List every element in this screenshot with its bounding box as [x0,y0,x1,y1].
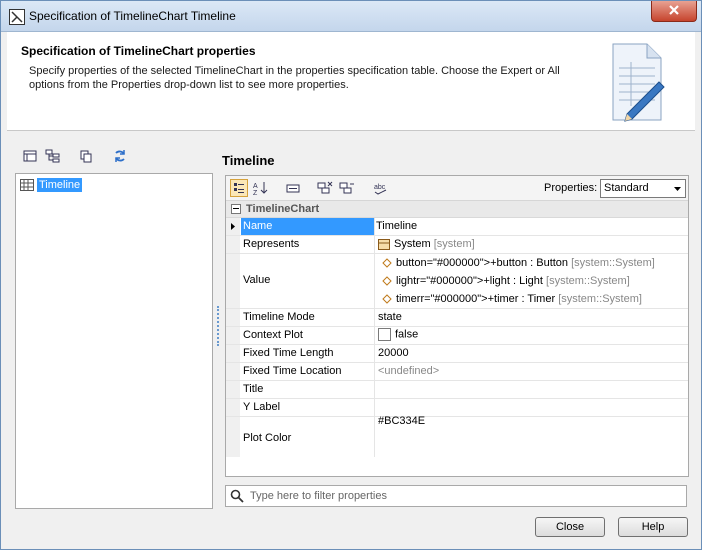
property-name: Title [241,381,375,398]
panel-title: Timeline [222,153,275,168]
row-marker [226,218,240,235]
refresh-icon[interactable] [113,149,131,167]
property-row-context-plot[interactable]: Context Plot false [226,327,688,345]
hide-inherited-icon[interactable] [338,179,356,197]
spell-check-icon[interactable]: abc [372,179,390,197]
search-icon [230,489,244,503]
categorized-view-icon[interactable] [230,179,248,197]
property-value-context-plot[interactable]: false [376,327,688,344]
property-row-fixed-time-location[interactable]: Fixed Time Location <undefined> [226,363,688,381]
part-icon [382,258,392,268]
property-value-name[interactable]: Timeline [376,218,688,235]
sort-alphabetical-icon[interactable]: AZ [252,179,270,197]
property-name: Y Label [241,399,375,416]
content-area: Timeline Timeline AZ abc Properties: Sta… [7,141,695,509]
property-group-header[interactable]: TimelineChart [226,201,688,218]
dialog-header: Specification of TimelineChart propertie… [7,32,695,131]
svg-text:Z: Z [253,190,258,197]
properties-mode-select[interactable]: Standard [600,179,686,198]
value-item[interactable]: lightr="#000000">+light : Light [system:… [382,275,630,287]
filter-input[interactable] [248,487,682,505]
part-icon [382,294,392,304]
properties-panel: AZ abc Properties: Standard TimelineChar… [225,175,689,477]
header-description: Specify properties of the selected Timel… [29,65,560,91]
show-inherited-icon[interactable] [316,179,334,197]
app-icon [9,9,25,25]
property-value-fixed-time-length[interactable]: 20000 [376,345,688,362]
window-title: Specification of TimelineChart Timeline [29,9,236,23]
value-item[interactable]: button="#000000">+button : Button [syste… [382,257,655,269]
document-pencil-icon [607,40,667,124]
filter-box[interactable] [225,485,687,507]
close-button[interactable]: Close [535,517,605,537]
property-name: Timeline Mode [241,309,375,326]
chevron-down-icon [670,180,685,197]
list-view-icon[interactable] [23,149,41,167]
value-item[interactable]: timerr="#000000">+timer : Timer [system:… [382,293,642,305]
tree-item-timeline[interactable]: Timeline [20,177,83,193]
property-value-y-label[interactable] [376,399,688,416]
property-name: Context Plot [241,327,375,344]
collapse-icon[interactable] [231,204,241,214]
copy-icon[interactable] [79,149,97,167]
svg-text:abc: abc [374,184,386,191]
property-value-title[interactable] [376,381,688,398]
property-row-represents[interactable]: Represents System [system] [226,236,688,254]
element-tree[interactable]: Timeline [15,173,213,509]
tree-view-icon[interactable] [45,149,63,167]
dialog-window: Specification of TimelineChart Timeline … [0,0,702,550]
property-value-represents[interactable]: System [system] [376,236,688,253]
tree-item-label: Timeline [37,178,83,192]
property-name: Fixed Time Location [241,363,375,380]
properties-mode-value: Standard [604,182,649,194]
timeline-chart-icon [20,179,34,191]
expand-icon[interactable] [284,179,302,197]
property-name: Plot Color [241,417,375,457]
property-group-label: TimelineChart [246,203,320,215]
property-row-plot-color[interactable]: Plot Color #BC334E [226,415,688,457]
property-row-fixed-time-length[interactable]: Fixed Time Length 20000 [226,345,688,363]
property-row-timeline-mode[interactable]: Timeline Mode state [226,309,688,327]
property-value-fixed-time-location[interactable]: <undefined> [376,363,688,380]
panel-splitter[interactable] [217,306,222,346]
property-row-name[interactable]: Name Timeline [226,218,688,236]
property-name: Value [241,254,375,308]
property-name: Fixed Time Length [241,345,375,362]
property-row-y-label[interactable]: Y Label [226,399,688,417]
header-title: Specification of TimelineChart propertie… [21,44,256,58]
property-value-plot-color[interactable]: #BC334E [376,415,688,457]
part-icon [382,276,392,286]
row-arrow-icon [231,223,235,230]
property-name: Represents [241,236,375,253]
svg-text:A: A [253,183,258,190]
help-button[interactable]: Help [618,517,688,537]
property-row-value[interactable]: Value button="#000000">+button : Button … [226,254,688,309]
properties-toolbar: AZ abc Properties: Standard [226,176,688,201]
title-bar[interactable]: Specification of TimelineChart Timeline [1,1,701,32]
context-plot-checkbox[interactable] [378,328,391,341]
property-value-list[interactable]: button="#000000">+button : Button [syste… [376,254,688,308]
block-icon [378,238,390,250]
property-name: Name [241,218,375,235]
close-icon [669,5,679,15]
property-row-title[interactable]: Title [226,381,688,399]
window-close-button[interactable] [651,1,697,22]
property-value-timeline-mode[interactable]: state [376,309,688,326]
properties-mode-label: Properties: [544,182,598,194]
